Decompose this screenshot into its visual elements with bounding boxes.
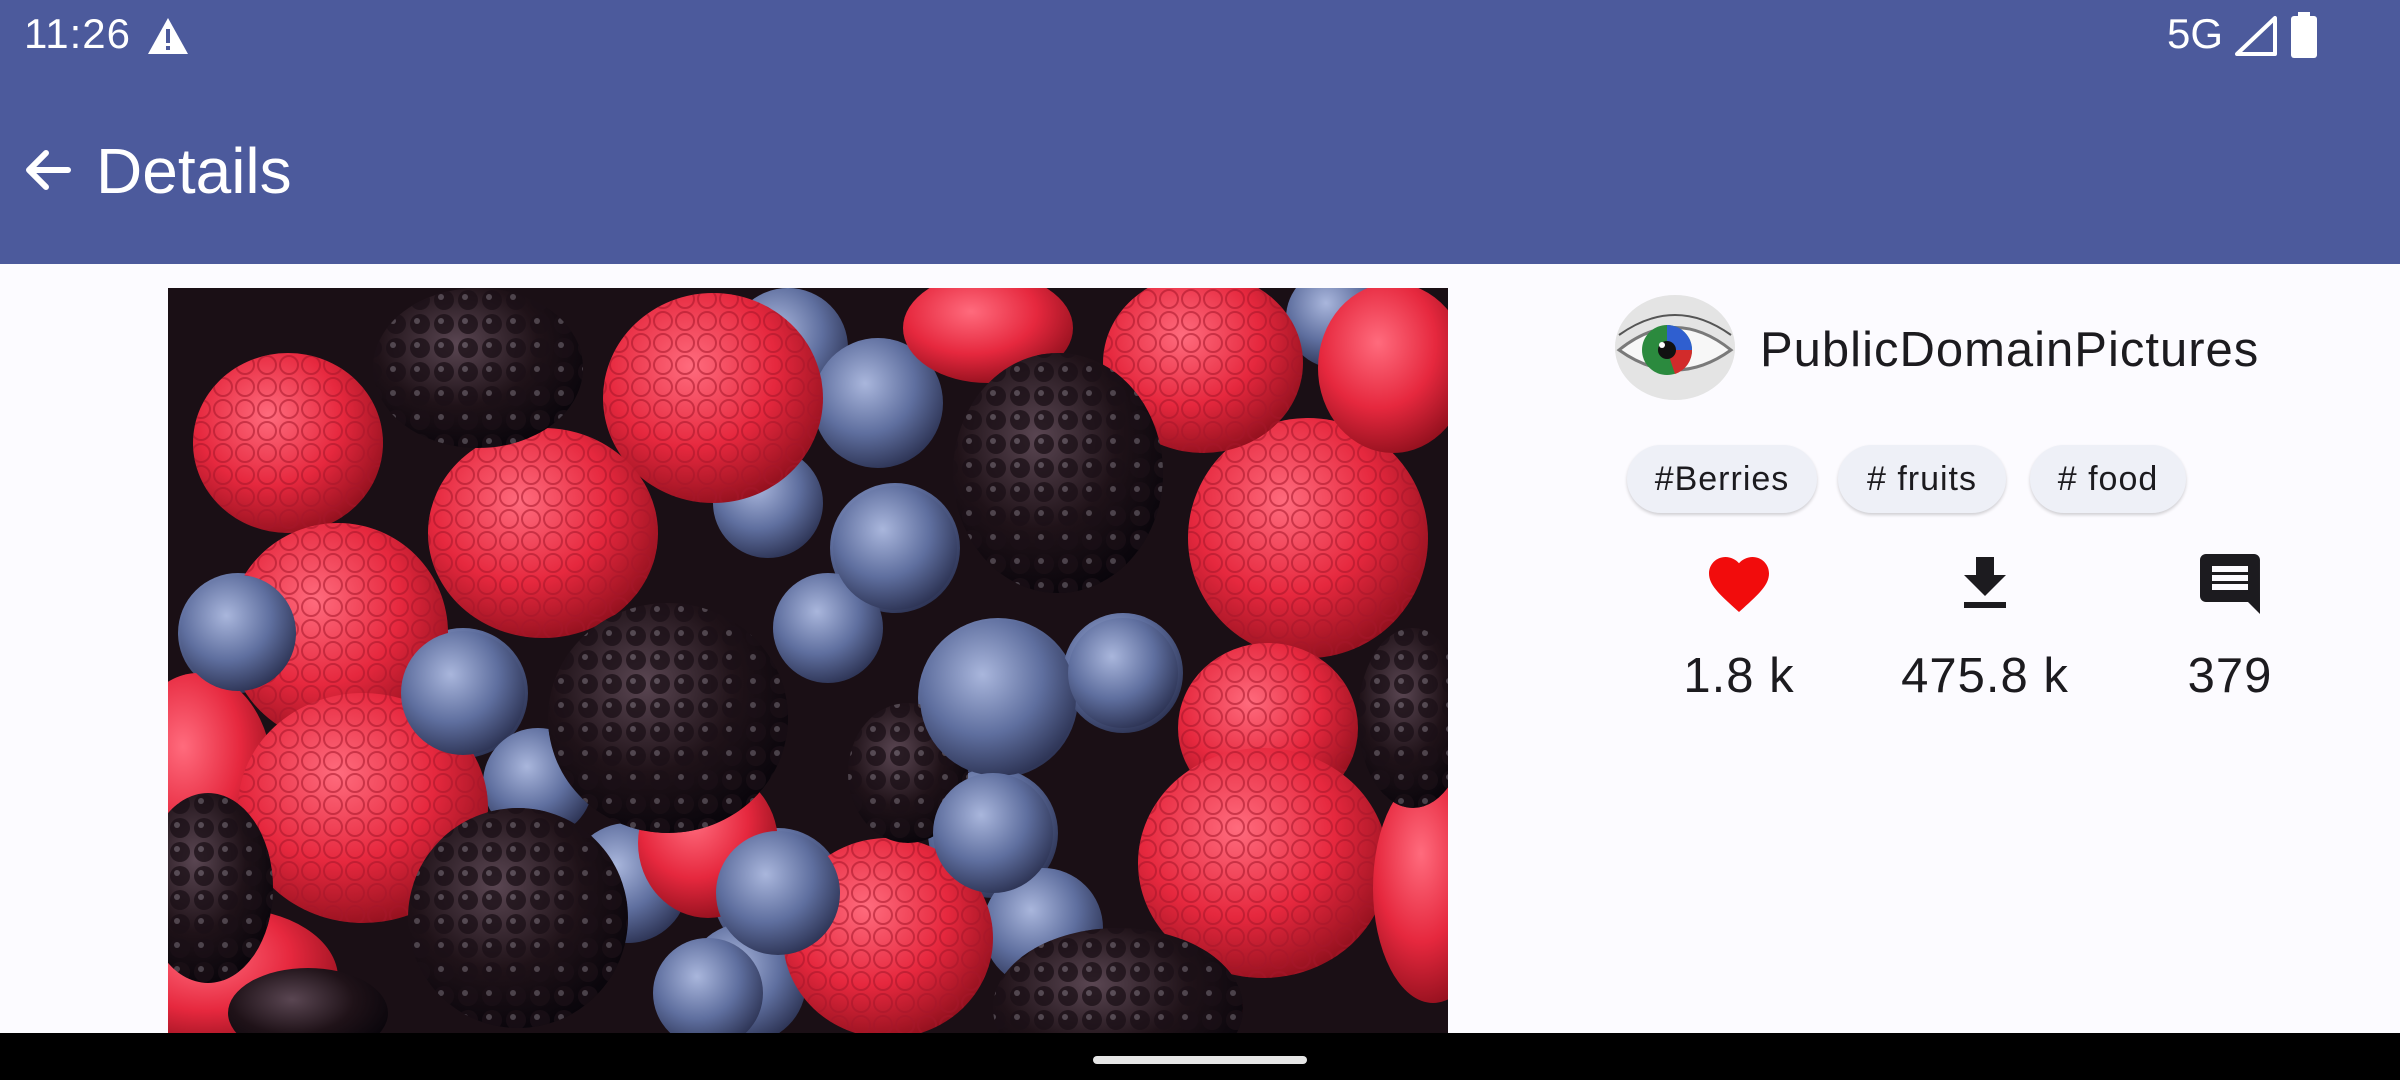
username[interactable]: PublicDomainPictures — [1760, 322, 2259, 378]
battery-icon — [2291, 12, 2317, 58]
comment-icon[interactable] — [2194, 548, 2266, 620]
network-label: 5G — [2167, 10, 2224, 57]
back-button[interactable] — [18, 140, 78, 200]
warning-icon — [148, 18, 188, 54]
comments-count: 379 — [2187, 649, 2273, 703]
avatar[interactable] — [1615, 295, 1735, 400]
downloads-count: 475.8 k — [1901, 649, 2069, 703]
status-time: 11:26 — [24, 10, 131, 57]
tag-chip-berries[interactable]: #Berries — [1627, 445, 1817, 513]
photo-image[interactable] — [168, 288, 1448, 1033]
home-gesture-handle[interactable] — [1093, 1056, 1307, 1064]
tag-chip-food[interactable]: # food — [2030, 445, 2186, 513]
navigation-bar — [0, 1033, 2400, 1080]
likes-count: 1.8 k — [1683, 649, 1795, 703]
heart-icon[interactable] — [1703, 548, 1775, 620]
tag-chip-fruits[interactable]: # fruits — [1838, 445, 2006, 513]
signal-icon — [2235, 16, 2277, 56]
download-icon[interactable] — [1949, 548, 2021, 620]
page-title: Details — [96, 135, 292, 207]
app-bar: 11:26 5G Details — [0, 0, 2400, 264]
